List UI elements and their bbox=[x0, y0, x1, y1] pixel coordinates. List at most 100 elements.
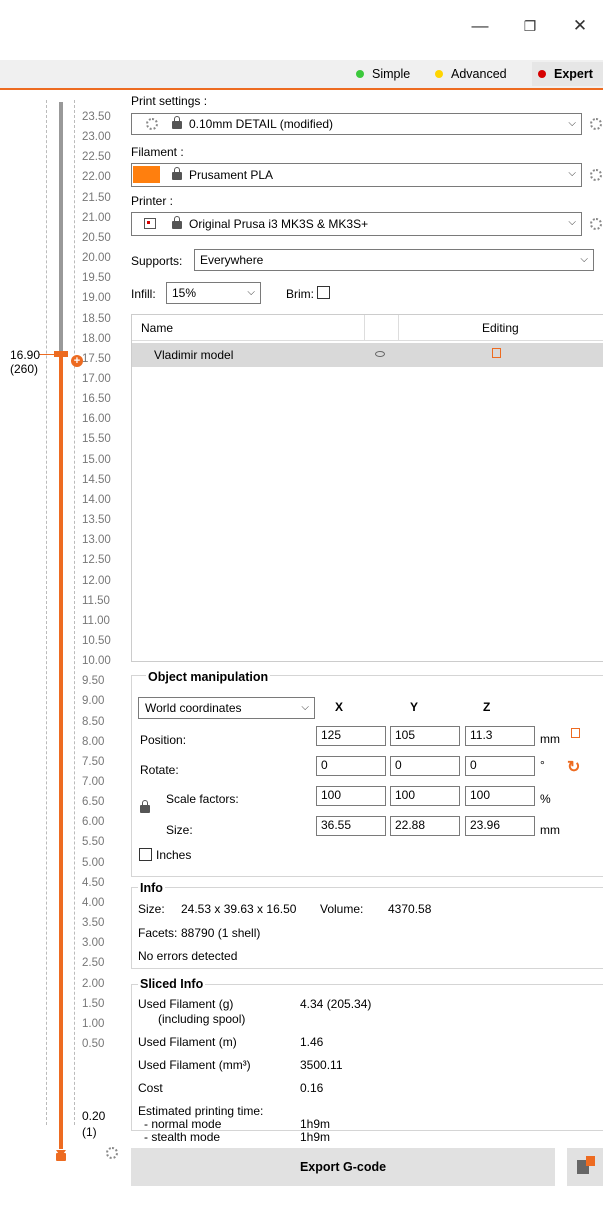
used-g-value: 4.34 (205.34) bbox=[300, 997, 372, 1011]
restore-button[interactable]: ❐ bbox=[510, 14, 550, 38]
edit-object-icon[interactable] bbox=[492, 348, 501, 358]
object-list-header: Name Editing bbox=[132, 315, 603, 341]
size-x-field[interactable]: 36.55 bbox=[316, 816, 386, 836]
supports-value: Everywhere bbox=[200, 253, 264, 267]
mode-bar: Simple Advanced Expert bbox=[0, 60, 603, 90]
info-title: Info bbox=[138, 881, 165, 895]
mode-expert-label: Expert bbox=[554, 67, 593, 81]
mode-advanced[interactable]: Advanced bbox=[435, 66, 507, 82]
axis-y-label: Y bbox=[410, 700, 419, 714]
filament-edit-icon[interactable] bbox=[590, 169, 602, 181]
used-mm3-value: 3500.11 bbox=[300, 1058, 343, 1072]
position-unit: mm bbox=[540, 732, 560, 746]
used-g-label: Used Filament (g) bbox=[138, 997, 234, 1011]
chevron-down-icon: ⌵ bbox=[301, 702, 309, 713]
slider-tick-label: 7.50 bbox=[82, 755, 105, 768]
info-size-label: Size: bbox=[138, 902, 165, 916]
inches-label: Inches bbox=[156, 848, 192, 862]
table-row[interactable]: Vladimir model bbox=[132, 343, 603, 367]
slider-tick-label: 20.50 bbox=[82, 231, 111, 244]
object-manipulation-title: Object manipulation bbox=[146, 670, 271, 684]
printer-value: Original Prusa i3 MK3S & MK3S+ bbox=[189, 217, 369, 231]
position-z-field[interactable]: 11.3 bbox=[465, 726, 535, 746]
layer-slider[interactable]: + 16.90 (260) 0.20 (1) 23.50 23.00 22.50 22… bbox=[0, 92, 128, 1207]
printer-combo[interactable]: Original Prusa i3 MK3S & MK3S+ ⌵ bbox=[131, 212, 582, 236]
infill-combo[interactable]: 15% ⌵ bbox=[166, 282, 261, 304]
info-volume-value: 4370.58 bbox=[388, 902, 432, 916]
lock-icon bbox=[172, 116, 182, 129]
chevron-down-icon: ⌵ bbox=[247, 287, 255, 298]
slider-tick-label: 3.00 bbox=[82, 937, 105, 950]
position-x-field[interactable]: 125 bbox=[316, 726, 386, 746]
slider-tick-label: 9.50 bbox=[82, 675, 105, 688]
slider-tick-label: 20.00 bbox=[82, 252, 111, 265]
scale-label: Scale factors: bbox=[166, 792, 239, 806]
printer-edit-icon[interactable] bbox=[590, 218, 602, 230]
scale-x-field[interactable]: 100 bbox=[316, 786, 386, 806]
rotate-y-field[interactable]: 0 bbox=[390, 756, 460, 776]
size-z-field[interactable]: 23.96 bbox=[465, 816, 535, 836]
slider-tick-label: 15.00 bbox=[82, 453, 111, 466]
slider-tick-label: 7.00 bbox=[82, 776, 105, 789]
mode-simple[interactable]: Simple bbox=[356, 66, 410, 82]
mode-expert[interactable]: Expert bbox=[532, 62, 603, 86]
slider-tick-label: 13.50 bbox=[82, 514, 111, 527]
scale-lock-icon[interactable] bbox=[140, 800, 150, 813]
send-to-printer-button[interactable] bbox=[567, 1148, 603, 1186]
slider-tick-label: 14.00 bbox=[82, 493, 111, 506]
filament-color-swatch[interactable] bbox=[133, 166, 160, 183]
print-settings-edit-icon[interactable] bbox=[590, 118, 602, 130]
eye-icon[interactable] bbox=[375, 351, 385, 357]
drop-to-bed-icon[interactable] bbox=[571, 728, 580, 738]
chevron-down-icon: ⌵ bbox=[568, 168, 576, 179]
slider-tick-label: 18.00 bbox=[82, 332, 111, 345]
rotate-z-field[interactable]: 0 bbox=[465, 756, 535, 776]
size-y-field[interactable]: 22.88 bbox=[390, 816, 460, 836]
slider-tick-label: 16.50 bbox=[82, 393, 111, 406]
inches-checkbox[interactable] bbox=[139, 848, 152, 861]
used-mm3-label: Used Filament (mm³) bbox=[138, 1058, 251, 1072]
object-name: Vladimir model bbox=[154, 348, 234, 362]
scale-z-field[interactable]: 100 bbox=[465, 786, 535, 806]
reset-rotation-icon[interactable]: ↻ bbox=[567, 757, 580, 777]
slider-tick-label: 19.00 bbox=[82, 292, 111, 305]
position-y-field[interactable]: 105 bbox=[390, 726, 460, 746]
filament-combo[interactable]: Prusament PLA ⌵ bbox=[131, 163, 582, 187]
used-g-sub: (including spool) bbox=[158, 1012, 246, 1026]
slider-tick-label: 10.50 bbox=[82, 634, 111, 647]
print-settings-label: Print settings : bbox=[131, 94, 208, 108]
print-settings-combo[interactable]: 0.10mm DETAIL (modified) ⌵ bbox=[131, 113, 582, 135]
scale-y-field[interactable]: 100 bbox=[390, 786, 460, 806]
slider-tick-label: 1.00 bbox=[82, 1017, 105, 1030]
supports-combo[interactable]: Everywhere ⌵ bbox=[194, 249, 594, 271]
coordinates-combo[interactable]: World coordinates ⌵ bbox=[138, 697, 315, 719]
slider-tick-label: 18.50 bbox=[82, 312, 111, 325]
slider-settings-gear-icon[interactable] bbox=[106, 1147, 118, 1159]
mode-simple-label: Simple bbox=[372, 67, 411, 81]
slider-tick-label: 11.00 bbox=[82, 614, 110, 627]
sliced-info-title: Sliced Info bbox=[138, 977, 206, 991]
slider-tick-label: 22.00 bbox=[82, 171, 111, 184]
filament-label: Filament : bbox=[131, 145, 184, 159]
scale-unit: % bbox=[540, 792, 551, 806]
close-button[interactable]: ✕ bbox=[560, 14, 600, 38]
slider-tick-label: 6.00 bbox=[82, 816, 105, 829]
slider-tick-label: 5.50 bbox=[82, 836, 105, 849]
col-name[interactable]: Name bbox=[141, 321, 173, 335]
brim-checkbox[interactable] bbox=[317, 286, 330, 299]
slider-lock-icon[interactable] bbox=[56, 1153, 66, 1161]
rotate-x-field[interactable]: 0 bbox=[316, 756, 386, 776]
info-facets-value: 88790 (1 shell) bbox=[181, 926, 261, 940]
slider-tick-label: 8.50 bbox=[82, 715, 105, 728]
col-editing[interactable]: Editing bbox=[482, 321, 519, 335]
print-settings-value: 0.10mm DETAIL (modified) bbox=[189, 117, 334, 131]
slider-tick-label: 16.00 bbox=[82, 413, 111, 426]
axis-x-label: X bbox=[335, 700, 344, 714]
mode-advanced-label: Advanced bbox=[451, 67, 507, 81]
minimize-button[interactable]: — bbox=[460, 14, 500, 38]
info-volume-label: Volume: bbox=[320, 902, 364, 916]
printer-label: Printer : bbox=[131, 194, 174, 208]
export-gcode-button[interactable]: Export G-code bbox=[131, 1148, 555, 1186]
slider-tick-label: 4.00 bbox=[82, 896, 105, 909]
brim-label: Brim: bbox=[286, 287, 314, 301]
